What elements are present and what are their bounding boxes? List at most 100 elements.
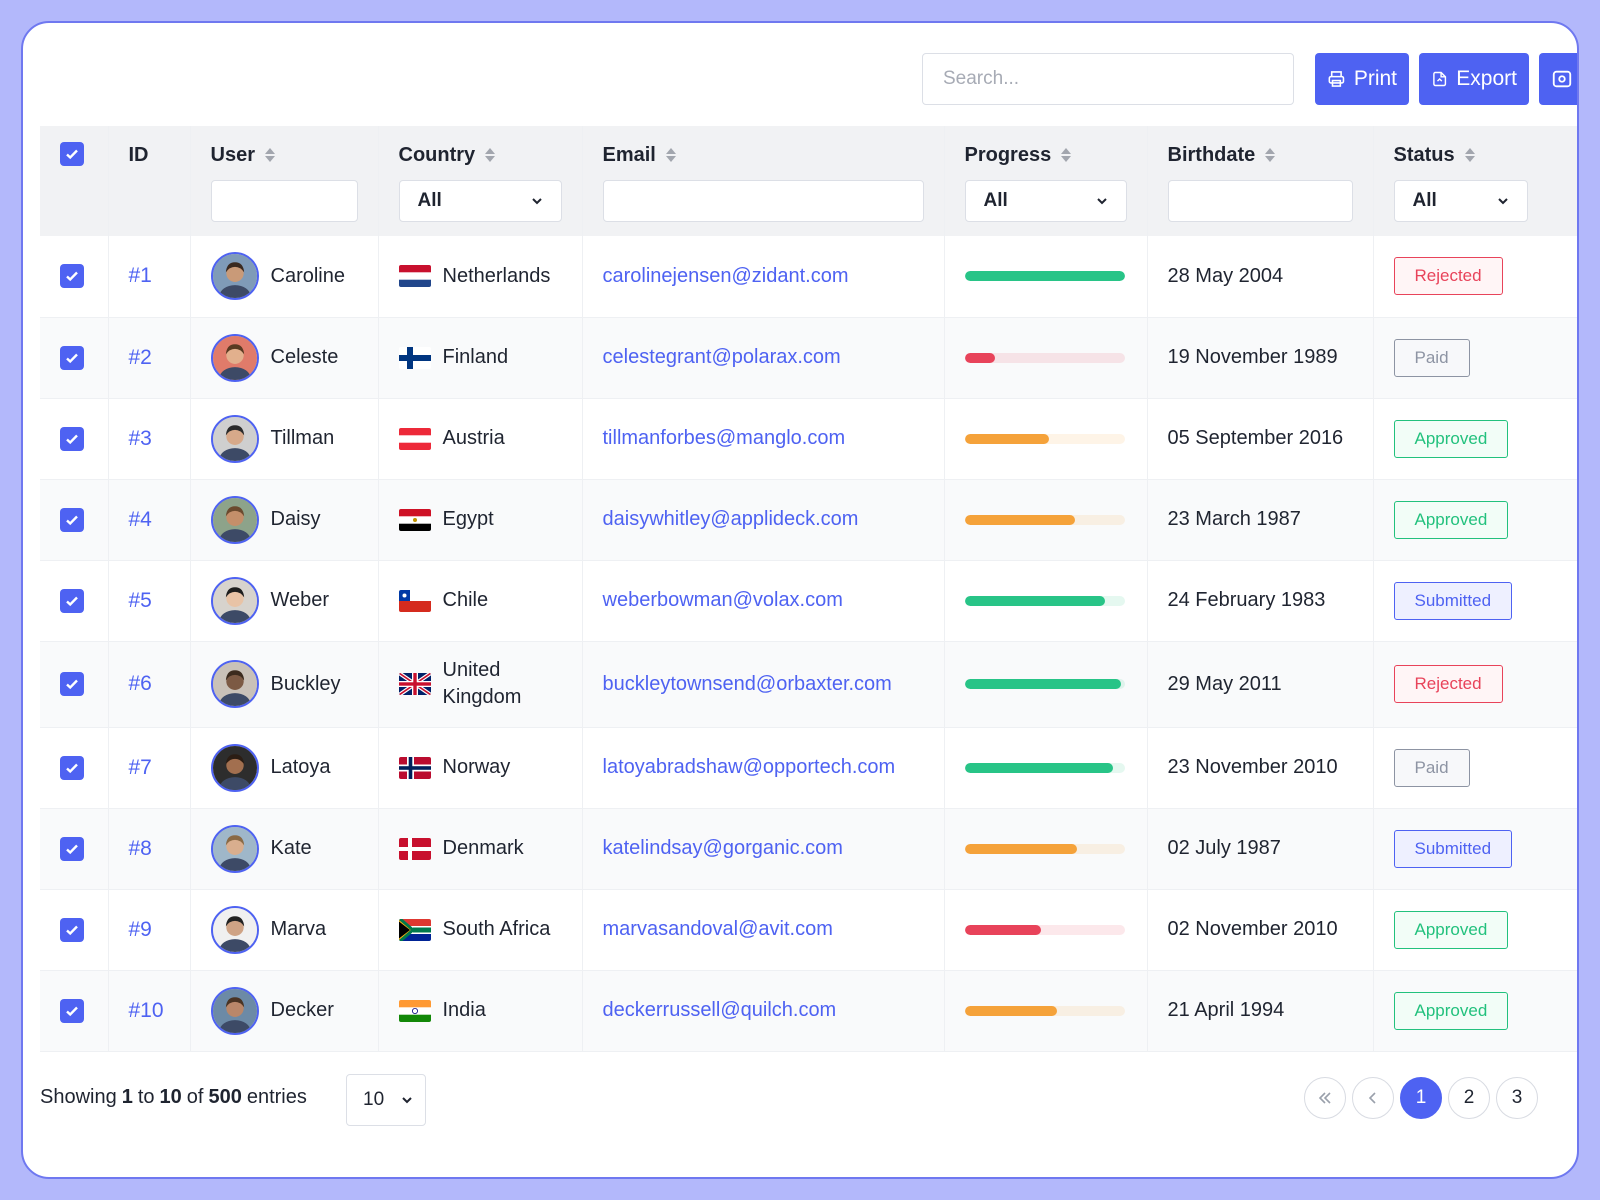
- table-row[interactable]: #4 Daisy Egypt daisywhitley@applideck.com 23…: [40, 479, 1577, 560]
- table-row[interactable]: #7 Latoya Norway latoyabradshaw@opportech.c…: [40, 727, 1577, 808]
- chevron-down-icon: [531, 198, 542, 205]
- column-header-country[interactable]: Country All: [378, 126, 583, 236]
- email-link[interactable]: weberbowman@volax.com: [603, 589, 843, 611]
- sort-icon[interactable]: [1265, 148, 1276, 162]
- id-cell: #5: [108, 560, 191, 641]
- row-checkbox[interactable]: [60, 507, 84, 532]
- country-name: Austria: [442, 427, 505, 449]
- email-link[interactable]: buckleytownsend@orbaxter.com: [603, 673, 892, 695]
- table-row[interactable]: #3 Tillman Austria tillmanforbes@manglo.com…: [40, 398, 1577, 479]
- row-select-cell: [40, 317, 109, 398]
- id-header-label: ID: [128, 143, 149, 166]
- country-name: Egypt: [442, 508, 494, 530]
- row-checkbox[interactable]: [60, 836, 84, 861]
- progress-bar-fill: [964, 679, 1122, 689]
- column-header-birthdate[interactable]: Birthdate: [1147, 126, 1374, 236]
- id-cell: #3: [108, 398, 191, 479]
- birthdate-filter-input[interactable]: [1167, 180, 1353, 222]
- email-link[interactable]: celestegrant@polarax.com: [603, 346, 841, 368]
- column-header-email[interactable]: Email: [582, 126, 945, 236]
- export-button[interactable]: Export: [1419, 53, 1529, 105]
- row-select-cell: [40, 727, 109, 808]
- prev-page-button[interactable]: [1352, 1077, 1394, 1119]
- email-link[interactable]: carolinejensen@zidant.com: [603, 265, 849, 287]
- first-page-button[interactable]: [1304, 1077, 1346, 1119]
- row-id[interactable]: #1: [129, 264, 152, 287]
- row-id[interactable]: #8: [129, 837, 152, 860]
- entries-info: Showing 1 to 10 of 500 entries: [40, 1086, 307, 1109]
- no-flag-icon: [398, 756, 431, 779]
- column-header-status[interactable]: Status All: [1373, 126, 1577, 236]
- sort-icon[interactable]: [264, 148, 275, 162]
- country-cell: Denmark: [378, 808, 583, 889]
- user-filter-input[interactable]: [210, 180, 358, 222]
- page-size-select[interactable]: 10: [346, 1074, 426, 1126]
- birthdate-value: 28 May 2004: [1167, 264, 1284, 287]
- row-checkbox[interactable]: [60, 264, 84, 289]
- progress-bar-fill: [964, 595, 1106, 606]
- page-button-3[interactable]: 3: [1496, 1077, 1538, 1119]
- status-cell: Approved: [1373, 398, 1577, 479]
- row-checkbox[interactable]: [60, 998, 84, 1023]
- id-cell: #1: [108, 236, 191, 317]
- row-checkbox[interactable]: [60, 672, 84, 696]
- page-button-2[interactable]: 2: [1448, 1077, 1490, 1119]
- email-cell: weberbowman@volax.com: [582, 560, 945, 641]
- birthdate-cell: 19 November 1989: [1147, 317, 1374, 398]
- column-visibility-button[interactable]: [1539, 53, 1577, 105]
- sort-icon[interactable]: [1464, 148, 1475, 162]
- email-link[interactable]: katelindsay@gorganic.com: [603, 837, 843, 859]
- email-link[interactable]: tillmanforbes@manglo.com: [603, 427, 846, 449]
- birthdate-cell: 02 November 2010: [1147, 889, 1374, 970]
- email-link[interactable]: daisywhitley@applideck.com: [603, 508, 859, 530]
- sort-icon[interactable]: [485, 148, 496, 162]
- sort-icon[interactable]: [665, 148, 676, 162]
- birthdate-value: 24 February 1983: [1167, 589, 1326, 611]
- search-input[interactable]: [922, 53, 1294, 105]
- table-row[interactable]: #10 Decker India deckerrussell@quilch.com 21…: [40, 970, 1577, 1051]
- select-all-cell: [40, 126, 109, 236]
- status-filter-select[interactable]: All: [1393, 180, 1528, 222]
- select-all-checkbox[interactable]: [60, 142, 84, 166]
- table-row[interactable]: #2 Celeste Finland celestegrant@polarax.com…: [40, 317, 1577, 398]
- email-cell: buckleytownsend@orbaxter.com: [582, 641, 945, 727]
- row-checkbox[interactable]: [60, 755, 84, 780]
- table-row[interactable]: #5 Weber Chile weberbowman@volax.com 24 Febr…: [40, 560, 1577, 641]
- page-button-1[interactable]: 1: [1400, 1077, 1442, 1119]
- row-id[interactable]: #7: [129, 756, 152, 779]
- progress-bar: [964, 924, 1125, 935]
- of-text: of: [186, 1086, 204, 1108]
- email-filter-input[interactable]: [602, 180, 924, 222]
- progress-filter-select[interactable]: All: [964, 180, 1127, 222]
- row-checkbox[interactable]: [60, 917, 84, 942]
- status-cell: Approved: [1373, 479, 1577, 560]
- email-cell: deckerrussell@quilch.com: [582, 970, 945, 1051]
- country-cell: Netherlands: [378, 236, 583, 317]
- column-header-progress[interactable]: Progress All: [944, 126, 1148, 236]
- email-link[interactable]: latoyabradshaw@opportech.com: [603, 756, 896, 778]
- avatar: [210, 576, 259, 625]
- email-link[interactable]: deckerrussell@quilch.com: [603, 999, 837, 1021]
- column-header-user[interactable]: User: [190, 126, 379, 236]
- row-id[interactable]: #10: [129, 999, 164, 1022]
- sort-icon[interactable]: [1061, 148, 1072, 162]
- row-id[interactable]: #5: [129, 589, 152, 612]
- birthdate-value: 23 November 2010: [1167, 756, 1338, 778]
- birthdate-cell: 28 May 2004: [1147, 236, 1374, 317]
- email-link[interactable]: marvasandoval@avit.com: [603, 918, 833, 940]
- row-id[interactable]: #2: [129, 346, 152, 369]
- print-button[interactable]: Print: [1315, 53, 1409, 105]
- row-id[interactable]: #4: [129, 508, 152, 531]
- row-checkbox[interactable]: [60, 345, 84, 370]
- row-checkbox[interactable]: [60, 588, 84, 613]
- email-cell: celestegrant@polarax.com: [582, 317, 945, 398]
- table-row[interactable]: #9 Marva South Africa marvasandoval@avit.co…: [40, 889, 1577, 970]
- row-id[interactable]: #9: [129, 918, 152, 941]
- country-filter-select[interactable]: All: [398, 180, 562, 222]
- table-row[interactable]: #1 Caroline Netherlands carolinejensen@zida…: [40, 236, 1577, 317]
- table-row[interactable]: #6 Buckley United Kingdom buckleytownsend@o…: [40, 641, 1577, 727]
- row-checkbox[interactable]: [60, 426, 84, 451]
- row-id[interactable]: #6: [129, 672, 152, 695]
- table-row[interactable]: #8 Kate Denmark katelindsay@gorganic.com 02 …: [40, 808, 1577, 889]
- row-id[interactable]: #3: [129, 427, 152, 450]
